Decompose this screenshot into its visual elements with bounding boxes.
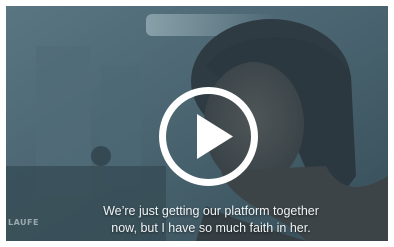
play-circle-icon <box>159 87 258 186</box>
video-player[interactable]: LAUFE We’re just getting our platform to… <box>6 6 388 241</box>
page: LAUFE We’re just getting our platform to… <box>0 0 394 247</box>
play-button[interactable] <box>158 86 259 187</box>
caption-line: now, but I have so much faith in her. <box>111 221 311 235</box>
caption-line: We’re just getting our platform together <box>103 204 319 218</box>
channel-watermark: LAUFE <box>8 218 39 227</box>
video-caption: We’re just getting our platform together… <box>80 203 342 237</box>
